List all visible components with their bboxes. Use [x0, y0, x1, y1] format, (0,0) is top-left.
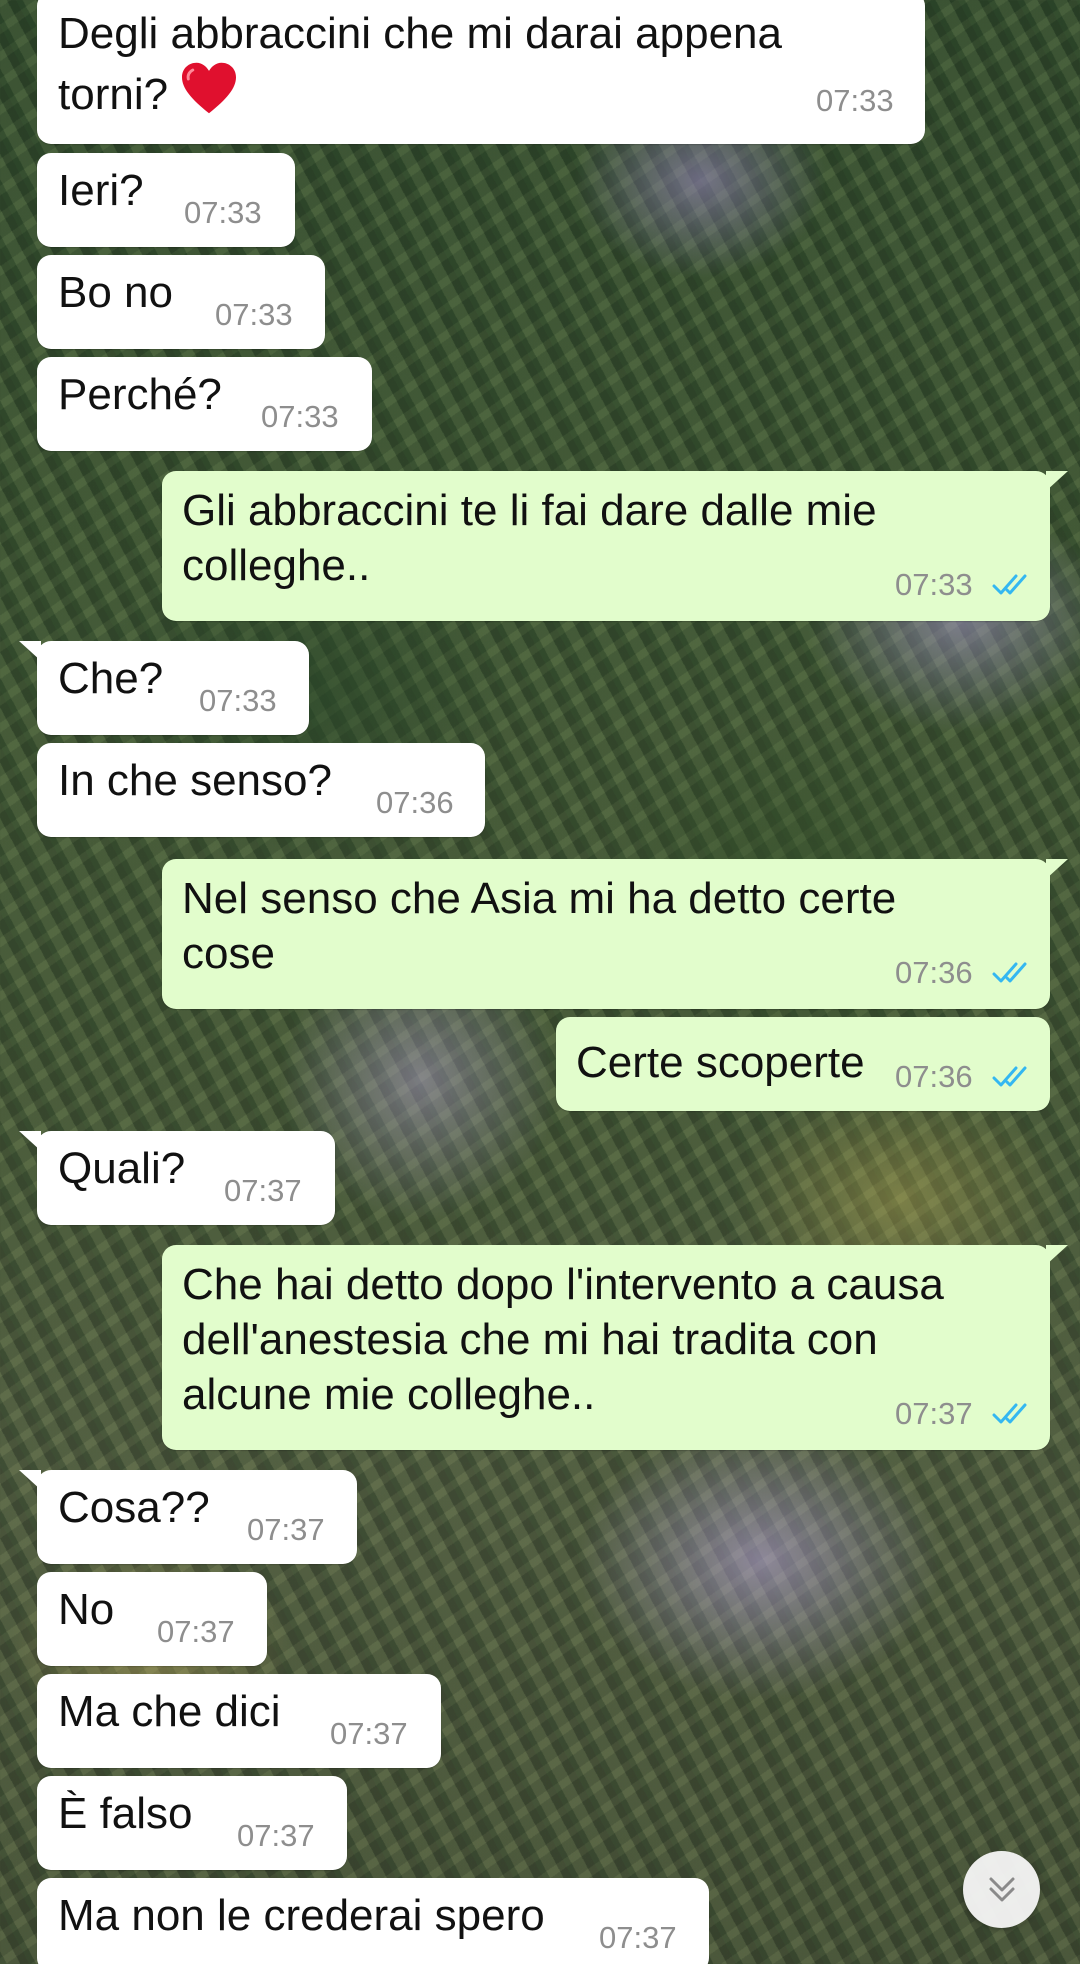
message-text: Certe scoperte [576, 1038, 865, 1087]
message-bubble-outgoing[interactable]: Che hai detto dopo l'intervento a causa … [162, 1245, 1068, 1450]
bubble-tail [1046, 471, 1068, 491]
message-bubble-incoming[interactable]: Ma che dici 07:37 [37, 1674, 441, 1768]
double-check-icon [992, 962, 1027, 983]
message-bubble-incoming[interactable]: Ieri? 07:33 [37, 153, 295, 247]
message-text: Quali? [58, 1144, 186, 1193]
message-text: Cosa?? [58, 1483, 210, 1532]
message-text: Gli abbraccini te li fai dare dalle mie … [182, 486, 877, 590]
double-check-icon [992, 574, 1027, 595]
message-bubble-outgoing[interactable]: Certe scoperte 07:36 [556, 1017, 1050, 1111]
message-text: Ma non le crederai spero [58, 1891, 545, 1940]
message-bubble-incoming[interactable]: Degli abbraccini che mi darai appena tor… [37, 0, 925, 144]
bubble-tail [1046, 1245, 1068, 1265]
message-text: È falso [58, 1789, 193, 1838]
bubble-tail [1046, 859, 1068, 879]
message-bubble-incoming[interactable]: È falso 07:37 [37, 1776, 347, 1870]
message-text: Nel senso che Asia mi ha detto certe cos… [182, 874, 897, 978]
message-time: 07:37 [599, 1920, 677, 1955]
message-text: Bo no [58, 268, 173, 317]
scroll-to-bottom-button[interactable] [963, 1851, 1040, 1928]
message-time: 07:36 [895, 1059, 973, 1094]
message-bubble-incoming[interactable]: Quali? 07:37 [19, 1131, 335, 1225]
message-bubble-incoming[interactable]: Perché? 07:33 [37, 357, 372, 451]
message-time: 07:37 [247, 1512, 325, 1547]
message-bubble-incoming[interactable]: Cosa?? 07:37 [19, 1470, 357, 1564]
message-text: Perché? [58, 370, 222, 419]
message-time: 07:33 [895, 567, 973, 602]
message-time: 07:37 [224, 1173, 302, 1208]
message-bubble-incoming[interactable]: Bo no 07:33 [37, 255, 325, 349]
message-time: 07:37 [330, 1716, 408, 1751]
heart-emoji-icon [182, 62, 237, 114]
message-time: 07:36 [895, 955, 973, 990]
message-text: In che senso? [58, 756, 332, 805]
message-time: 07:33 [816, 83, 894, 118]
double-check-icon [992, 1403, 1027, 1424]
message-time: 07:37 [237, 1818, 315, 1853]
message-time: 07:36 [376, 785, 454, 820]
bubble-tail [19, 1470, 41, 1490]
message-text: Degli abbraccini che mi darai appena tor… [58, 9, 782, 119]
message-text: Che hai detto dopo l'intervento a causa … [182, 1260, 944, 1419]
message-time: 07:33 [261, 399, 339, 434]
double-check-icon [992, 1066, 1027, 1087]
message-bubble-incoming[interactable]: Ma non le crederai spero 07:37 [37, 1878, 709, 1964]
message-bubble-outgoing[interactable]: Nel senso che Asia mi ha detto certe cos… [162, 859, 1068, 1009]
message-time: 07:37 [157, 1614, 235, 1649]
message-text: Che? [58, 654, 164, 703]
message-text: Ieri? [58, 166, 144, 215]
message-text: Ma che dici [58, 1687, 281, 1736]
bubble-tail [19, 1131, 41, 1151]
message-text: No [58, 1585, 115, 1634]
bubble-tail [19, 641, 41, 661]
chevron-double-down-icon [989, 1877, 1015, 1902]
message-time: 07:33 [215, 297, 293, 332]
message-bubble-incoming[interactable]: In che senso? 07:36 [37, 743, 485, 837]
message-time: 07:33 [199, 683, 277, 718]
message-bubble-incoming[interactable]: Che? 07:33 [19, 641, 309, 735]
message-bubble-incoming[interactable]: No 07:37 [37, 1572, 267, 1666]
message-time: 07:33 [184, 195, 262, 230]
message-bubble-outgoing[interactable]: Gli abbraccini te li fai dare dalle mie … [162, 471, 1068, 621]
message-time: 07:37 [895, 1396, 973, 1431]
